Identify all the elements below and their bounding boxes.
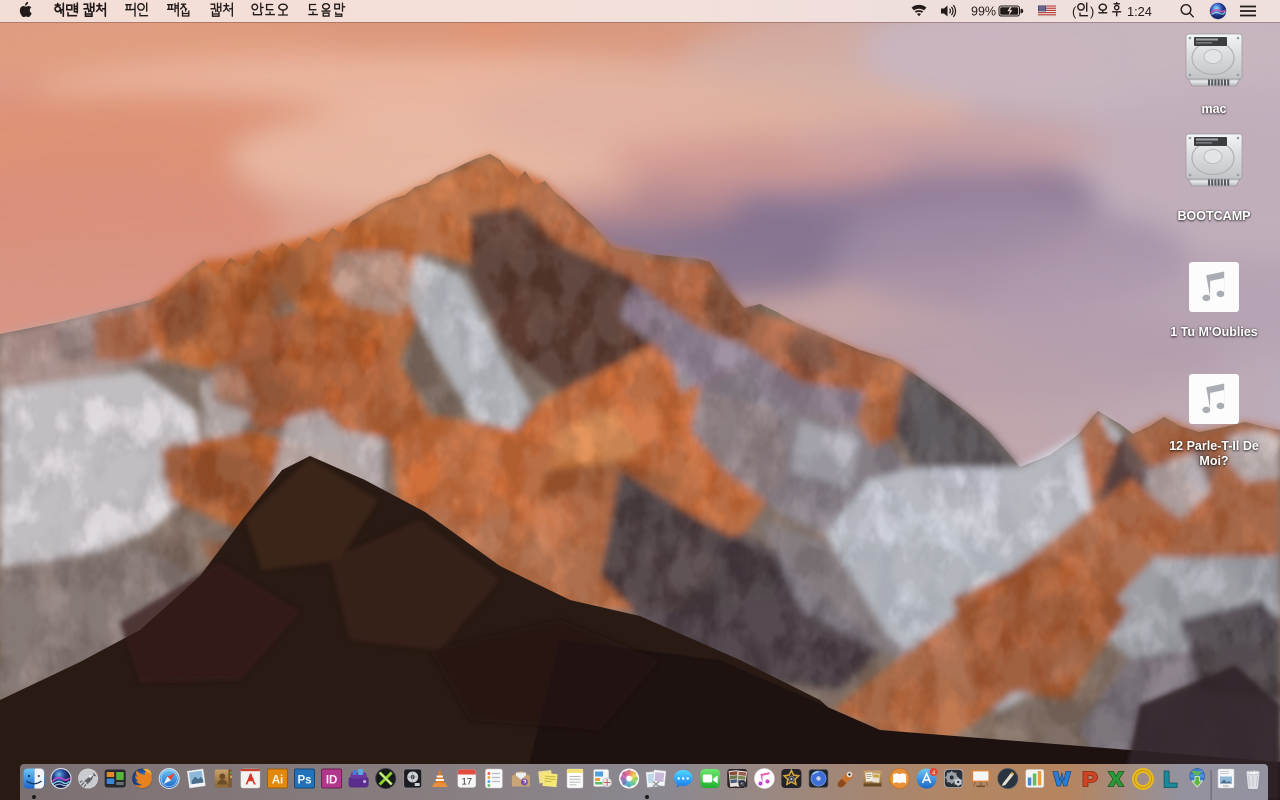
svg-text:4: 4: [932, 771, 935, 777]
svg-text:): ): [1090, 4, 1094, 19]
svg-text:Ps: Ps: [297, 775, 311, 787]
svg-text:17: 17: [462, 777, 473, 788]
svg-text:Ai: Ai: [272, 775, 284, 787]
svg-text:1:24: 1:24: [1127, 4, 1152, 19]
svg-text:(: (: [1072, 4, 1077, 19]
svg-text:ID: ID: [326, 775, 338, 787]
svg-text:99%: 99%: [971, 5, 996, 19]
svg-text:eps: eps: [1223, 784, 1229, 788]
